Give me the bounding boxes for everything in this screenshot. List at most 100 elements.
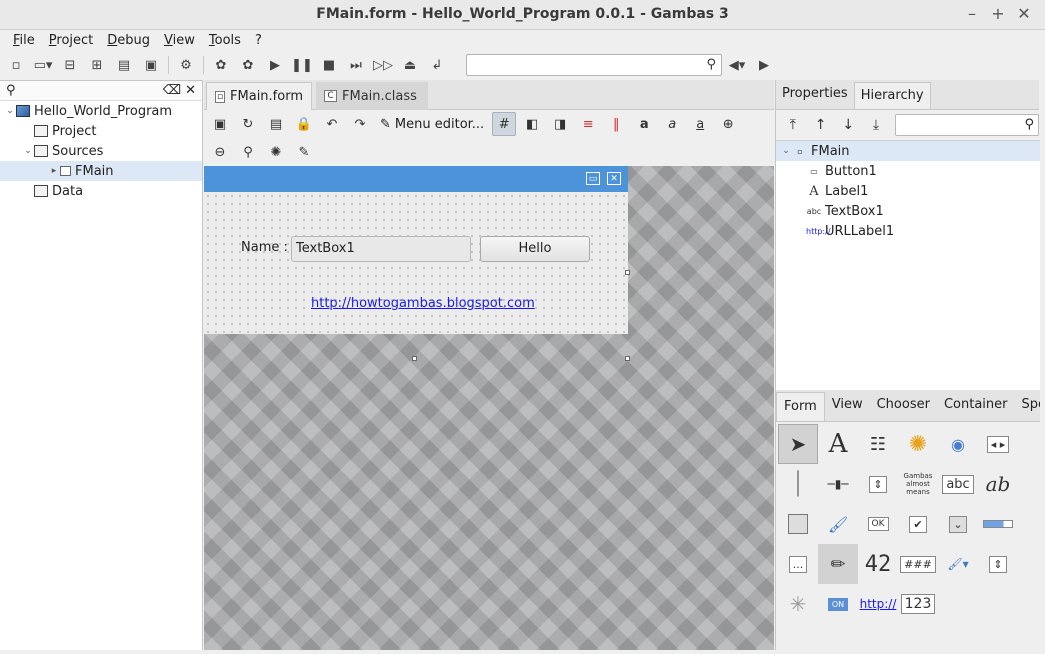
tree-item-data[interactable]: Data bbox=[0, 181, 202, 201]
pointer-tool-icon[interactable]: ➤ bbox=[778, 424, 818, 464]
hierarchy-search-input[interactable]: ⚲ bbox=[894, 114, 1040, 136]
label-tool-icon[interactable]: A bbox=[818, 424, 858, 464]
send-back-icon[interactable]: ◨ bbox=[548, 112, 572, 136]
menu-view[interactable]: View bbox=[157, 30, 202, 52]
checkbox-tool-icon[interactable]: ✔ bbox=[898, 504, 938, 544]
tab-hierarchy[interactable]: Hierarchy bbox=[853, 82, 931, 109]
form-designer-canvas[interactable]: ▭ ✕ Name : TextBox1 Hello http://howtoga… bbox=[204, 166, 774, 650]
panel-tool-icon[interactable] bbox=[778, 504, 818, 544]
toolbox-tab-special[interactable]: Spe bbox=[1014, 390, 1040, 421]
eject-icon[interactable]: ⏏ bbox=[398, 54, 422, 76]
spinner-tool-icon[interactable]: ✳ bbox=[778, 584, 818, 624]
tab-properties[interactable]: Properties bbox=[776, 80, 854, 109]
textbox1[interactable]: TextBox1 bbox=[291, 236, 471, 262]
scrollbar-tool-icon[interactable]: ◂ ▸ bbox=[978, 424, 1018, 464]
tree-item-project-root[interactable]: ⌄ Hello_World_Program bbox=[0, 101, 202, 121]
font-underline-icon[interactable]: a bbox=[688, 112, 712, 136]
zoom-out-icon[interactable]: ⊖ bbox=[208, 140, 232, 164]
sliderbox-tool-icon[interactable]: ⇕ bbox=[978, 544, 1018, 584]
compile-all-icon[interactable]: ✿ bbox=[236, 54, 260, 76]
run-icon[interactable]: ▶ bbox=[263, 54, 287, 76]
terminal-icon[interactable]: ▣ bbox=[139, 54, 163, 76]
color-icon[interactable]: ✺ bbox=[264, 140, 288, 164]
toolbox-tab-form[interactable]: Form bbox=[776, 392, 825, 421]
tab-fmain-class[interactable]: C FMain.class bbox=[316, 82, 428, 110]
bring-front-icon[interactable]: ◧ bbox=[520, 112, 544, 136]
grid-icon[interactable]: # bbox=[492, 112, 517, 136]
toolbox-tab-chooser[interactable]: Chooser bbox=[870, 390, 937, 421]
properties-icon[interactable]: ▣ bbox=[208, 112, 232, 136]
button-tool-icon[interactable]: OK bbox=[858, 504, 898, 544]
redo-icon[interactable]: ↷ bbox=[348, 112, 372, 136]
font-italic-icon[interactable]: a bbox=[660, 112, 684, 136]
tree-item-fmain[interactable]: ▸ FMain bbox=[0, 161, 202, 181]
resize-handle-corner[interactable] bbox=[625, 356, 630, 361]
menu-file[interactable]: File bbox=[6, 30, 42, 52]
filechooser-tool-icon[interactable]: ... bbox=[778, 544, 818, 584]
hierarchy-item-button1[interactable]: ▭ Button1 bbox=[776, 161, 1040, 181]
toolbox-tab-container[interactable]: Container bbox=[937, 390, 1015, 421]
stop-icon[interactable]: ■ bbox=[317, 54, 341, 76]
pause-icon[interactable]: ❚❚ bbox=[290, 54, 314, 76]
minimize-icon[interactable]: – bbox=[965, 4, 979, 23]
project-search-input[interactable] bbox=[20, 84, 159, 98]
maximize-icon[interactable]: + bbox=[991, 4, 1005, 23]
combobox-tool-icon[interactable]: ⌄ bbox=[938, 504, 978, 544]
new-project-icon[interactable]: ▫ bbox=[4, 54, 28, 76]
lock-icon[interactable]: 🔒 bbox=[292, 112, 316, 136]
close-icon[interactable]: ✕ bbox=[185, 83, 196, 98]
slider-tool-icon[interactable]: ─▮─ bbox=[818, 464, 858, 504]
tree-item-project[interactable]: Project bbox=[0, 121, 202, 141]
progressbar-tool-icon[interactable] bbox=[978, 504, 1018, 544]
search-icon[interactable]: ⚲ bbox=[1024, 117, 1034, 132]
urllabel1[interactable]: http://howtogambas.blogspot.com bbox=[311, 296, 535, 311]
collapse-icon[interactable]: ⌄ bbox=[22, 146, 34, 156]
menu-project[interactable]: Project bbox=[42, 30, 101, 52]
richtext-tool-icon[interactable]: ab bbox=[978, 464, 1018, 504]
resize-handle-right[interactable] bbox=[625, 270, 630, 275]
tree-item-sources[interactable]: ⌄ Sources bbox=[0, 141, 202, 161]
lcdlabel-tool-icon[interactable]: 42 bbox=[858, 544, 898, 584]
separator-tool-icon[interactable]: │ bbox=[778, 464, 818, 504]
close-icon[interactable]: ✕ bbox=[1017, 4, 1031, 23]
expand-icon[interactable]: ▸ bbox=[48, 166, 60, 176]
hierarchy-item-urllabel1[interactable]: http:// URLLabel1 bbox=[776, 221, 1040, 241]
return-icon[interactable]: ↲ bbox=[425, 54, 449, 76]
radiobutton-tool-icon[interactable]: ◉ bbox=[938, 424, 978, 464]
save-project-icon[interactable]: ⊟ bbox=[58, 54, 82, 76]
collapse-icon[interactable]: ⌄ bbox=[4, 106, 16, 116]
toolbox-tab-view[interactable]: View bbox=[825, 390, 870, 421]
form-body[interactable]: Name : TextBox1 Hello http://howtogambas… bbox=[204, 192, 630, 361]
menu-editor-button[interactable]: ✎ Menu editor... bbox=[376, 112, 488, 136]
button1[interactable]: Hello bbox=[480, 236, 590, 262]
textbox-tool-icon[interactable]: abc bbox=[938, 464, 978, 504]
collapse-icon[interactable]: ⌄ bbox=[780, 146, 792, 156]
open-project-icon[interactable]: ▭▾ bbox=[31, 54, 55, 76]
undo-icon[interactable]: ↶ bbox=[320, 112, 344, 136]
menu-debug[interactable]: Debug bbox=[100, 30, 157, 52]
listview-tool-icon[interactable]: ☷ bbox=[858, 424, 898, 464]
menu-help[interactable]: ? bbox=[248, 30, 269, 52]
zoom-normal-icon[interactable]: ⚲ bbox=[236, 140, 260, 164]
align-hcenter-icon[interactable]: ‖ bbox=[604, 112, 628, 136]
forward-nav-icon[interactable]: ▶ bbox=[752, 54, 776, 76]
switchbutton-tool-icon[interactable]: ON bbox=[818, 584, 858, 624]
valuebox-tool-icon[interactable]: 123 bbox=[898, 584, 938, 624]
align-vcenter-icon[interactable]: ≡ bbox=[576, 112, 600, 136]
zoom-in-icon[interactable]: ⊕ bbox=[716, 112, 740, 136]
textlabel-tool-icon[interactable]: Gambas almost means bbox=[898, 464, 938, 504]
font-normal-icon[interactable]: a bbox=[632, 112, 656, 136]
notes-icon[interactable]: ▤ bbox=[264, 112, 288, 136]
spinbox-tool-icon[interactable]: ⇕ bbox=[858, 464, 898, 504]
tab-fmain-form[interactable]: ▫ FMain.form bbox=[206, 82, 312, 110]
move-up-icon[interactable]: ↑ bbox=[810, 117, 832, 133]
picturebox-tool-icon[interactable]: ✺ bbox=[898, 424, 938, 464]
move-bottom-icon[interactable]: ⤓ bbox=[865, 117, 887, 133]
hierarchy-item-textbox1[interactable]: abc TextBox1 bbox=[776, 201, 1040, 221]
search-icon[interactable]: ⚲ bbox=[706, 57, 716, 72]
menubutton-tool-icon[interactable]: 🖌▾ bbox=[938, 544, 978, 584]
toolbutton-tool-icon[interactable]: 🖌 bbox=[818, 504, 858, 544]
toolbar-search-input[interactable]: ⚲ bbox=[466, 54, 722, 76]
properties-icon[interactable]: ▤ bbox=[112, 54, 136, 76]
hierarchy-item-label1[interactable]: A Label1 bbox=[776, 181, 1040, 201]
